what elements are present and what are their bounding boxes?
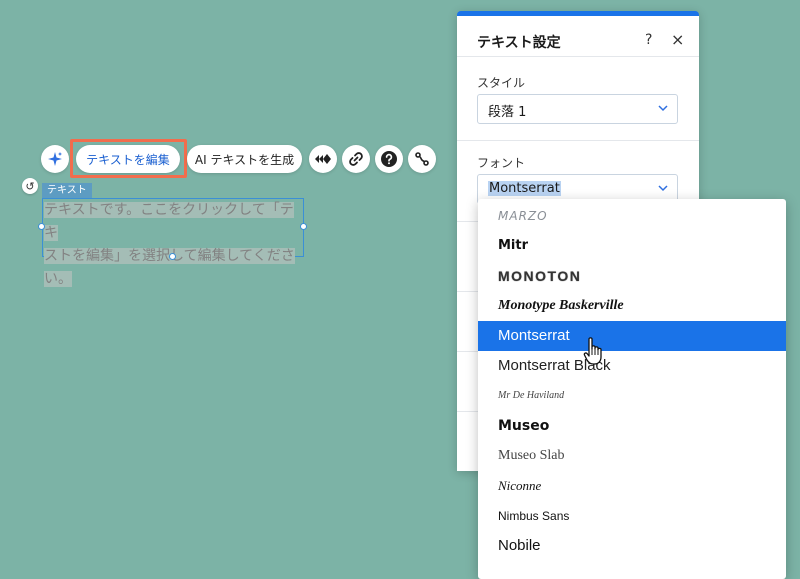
font-label: フォント <box>477 156 526 170</box>
font-option-nobile[interactable]: Nobile <box>478 531 786 561</box>
font-option-museo[interactable]: Museo <box>478 411 786 441</box>
connect-icon <box>415 152 429 166</box>
help-icon <box>381 151 397 167</box>
connect-data-button[interactable] <box>408 145 436 173</box>
edit-text-highlight <box>70 139 187 178</box>
help-button[interactable] <box>375 145 403 173</box>
chevron-down-icon <box>658 185 668 192</box>
text-line: い。 <box>44 271 72 287</box>
help-icon[interactable]: ? <box>645 32 652 48</box>
style-label: スタイル <box>477 76 526 90</box>
rotate-handle[interactable]: ↺ <box>22 178 38 194</box>
animation-button[interactable] <box>309 145 337 173</box>
text-element-content: テキストです。ここをクリックして「テキ ストを編集」を選択して編集してくださ い… <box>44 199 302 291</box>
font-option-montserrat[interactable]: Montserrat <box>478 321 786 351</box>
font-option-mr-de-haviland[interactable]: Mr De Haviland <box>478 381 786 411</box>
chevron-down-icon <box>658 105 668 112</box>
panel-title: テキスト設定 <box>477 35 561 51</box>
resize-handle-bottom[interactable] <box>169 253 176 260</box>
font-option-monoton[interactable]: MONOTON <box>478 261 786 291</box>
ai-sparkle-button[interactable] <box>41 145 69 173</box>
text-element[interactable]: テキストです。ここをクリックして「テキ ストを編集」を選択して編集してくださ い… <box>42 198 304 287</box>
style-select[interactable]: 段落 1 <box>477 94 678 124</box>
link-button[interactable] <box>342 145 370 173</box>
font-option-nimbus-sans[interactable]: Nimbus Sans <box>478 501 786 531</box>
font-option-marzo[interactable]: MARZO <box>478 201 786 231</box>
font-option-mitr[interactable]: Mitr <box>478 231 786 261</box>
resize-handle-right[interactable] <box>300 223 307 230</box>
resize-handle-left[interactable] <box>38 223 45 230</box>
divider <box>457 140 699 141</box>
element-type-tag: テキスト <box>42 183 92 198</box>
ai-generate-text-button[interactable]: AI テキストを生成 <box>187 145 302 173</box>
ai-sparkle-icon <box>48 152 62 166</box>
rotate-icon: ↺ <box>25 179 35 193</box>
font-dropdown: MARZO Mitr MONOTON Monotype Baskerville … <box>478 199 786 579</box>
font-select-value: Montserrat <box>488 181 561 196</box>
font-option-montserrat-black[interactable]: Montserrat Black <box>478 351 786 381</box>
hand-cursor-icon <box>583 337 602 365</box>
font-value-selected-text: Montserrat <box>488 181 561 196</box>
font-option-museo-slab[interactable]: Museo Slab <box>478 441 786 471</box>
style-select-value: 段落 1 <box>488 105 527 120</box>
divider <box>457 56 699 57</box>
animation-icon <box>315 154 331 164</box>
close-icon[interactable]: × <box>671 30 684 49</box>
text-line: テキストです。ここをクリックして「テキ <box>44 202 294 241</box>
font-option-niconne[interactable]: Niconne <box>478 471 786 501</box>
link-icon <box>349 152 363 166</box>
font-option-monotype-baskerville[interactable]: Monotype Baskerville <box>478 291 786 321</box>
